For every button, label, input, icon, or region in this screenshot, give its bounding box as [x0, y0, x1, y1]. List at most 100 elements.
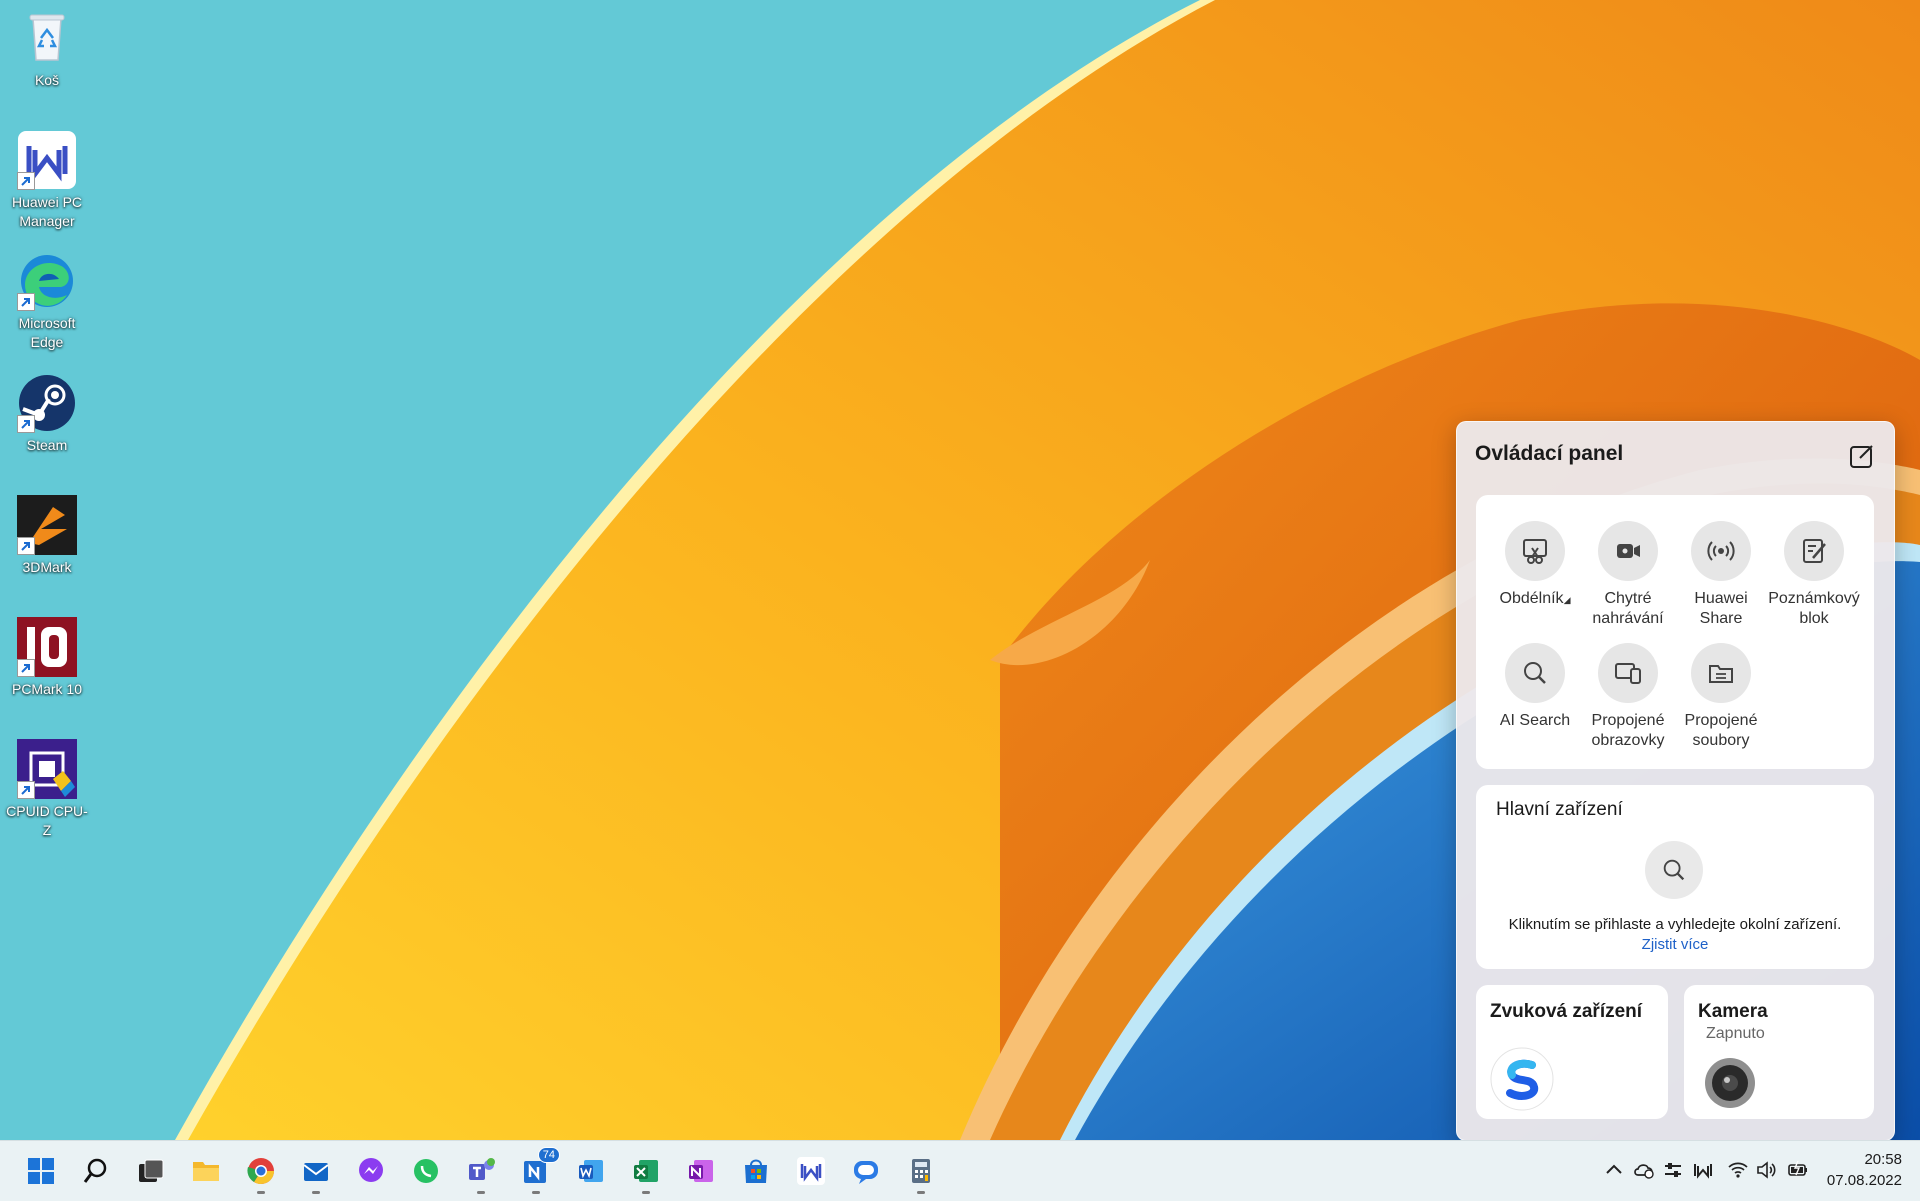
video-camera-icon [1617, 544, 1640, 558]
shortcut-arrow-icon [17, 537, 35, 555]
desktop-icon-cpuz[interactable]: CPUID CPU-Z [4, 739, 90, 840]
huawei-pc-manager-icon [797, 1157, 825, 1185]
folder-icon [193, 1162, 219, 1181]
tool-linked-screens[interactable]: Propojené obrazovky [1581, 643, 1675, 751]
taskbar-store[interactable] [736, 1151, 776, 1191]
tool-notepad[interactable]: Poznámkový blok [1767, 521, 1861, 629]
desktop-icon-label: Huawei PC Manager [11, 194, 83, 229]
calculator-icon [912, 1159, 930, 1183]
chevron-up-icon [1606, 1164, 1622, 1174]
huawei-pc-manager-icon [1694, 1164, 1712, 1179]
messenger-icon [359, 1158, 383, 1182]
tool-ai-search[interactable]: AI Search [1488, 643, 1582, 731]
device-search-button[interactable] [1645, 841, 1703, 899]
shortcut-arrow-icon [17, 781, 35, 799]
tray-volume[interactable] [1755, 1159, 1777, 1181]
word-icon [579, 1160, 603, 1182]
taskbar-start[interactable] [21, 1151, 61, 1191]
wifi-icon [1728, 1162, 1748, 1178]
tool-label: Propojené soubory [1684, 712, 1758, 749]
audio-device-icon [1490, 1047, 1554, 1111]
taskbar: 74 20:58 07.08.2022 [0, 1140, 1920, 1201]
desktop-icon-steam[interactable]: Steam [4, 373, 90, 455]
taskbar-word[interactable] [571, 1151, 611, 1191]
desktop-icon-huawei-pc-manager[interactable]: Huawei PC Manager [4, 130, 90, 231]
desktop-icon-pcmark[interactable]: PCMark 10 [4, 617, 90, 699]
taskbar-messenger[interactable] [351, 1151, 391, 1191]
news-badge: 74 [537, 1147, 560, 1163]
audio-devices-card[interactable]: Zvuková zařízení [1476, 985, 1668, 1119]
device-hint-text: Kliknutím se přihlaste a vyhledejte okol… [1508, 916, 1842, 933]
teams-icon [469, 1158, 495, 1180]
camera-title: Kamera [1698, 1001, 1768, 1022]
running-indicator [312, 1191, 320, 1194]
clock-date[interactable]: 07.08.2022 [1827, 1172, 1902, 1189]
mail-icon [303, 1163, 329, 1181]
edit-panel-button[interactable] [1848, 442, 1876, 470]
taskbar-excel[interactable] [626, 1151, 666, 1194]
desktop-icon-3dmark[interactable]: 3DMark [4, 495, 90, 577]
taskbar-news[interactable]: 74 [516, 1147, 560, 1194]
scissors-icon [1523, 539, 1547, 564]
taskbar-calculator[interactable] [901, 1151, 941, 1194]
tool-label: Chytré nahrávání [1592, 590, 1664, 627]
desktop-icon-recycle-bin[interactable]: Koš [4, 8, 90, 90]
taskbar-file-explorer[interactable] [186, 1151, 226, 1191]
recycle-bin-icon [29, 14, 65, 61]
camera-card[interactable]: Kamera Zapnuto [1684, 985, 1874, 1119]
learn-more-link[interactable]: Zjistit více [1476, 936, 1874, 953]
taskbar-chrome[interactable] [241, 1151, 281, 1194]
taskbar-mail[interactable] [296, 1151, 336, 1194]
shortcut-arrow-icon [17, 659, 35, 677]
desktop-icon-edge[interactable]: Microsoft Edge [4, 251, 90, 352]
share-wave-icon [1707, 541, 1735, 561]
speaker-icon [1757, 1161, 1776, 1179]
desktop-icon-label: Steam [26, 437, 68, 453]
tool-huawei-share[interactable]: Huawei Share [1674, 521, 1768, 629]
audio-title: Zvuková zařízení [1490, 1001, 1643, 1022]
tray-wifi[interactable] [1727, 1159, 1749, 1181]
excel-icon [634, 1160, 658, 1182]
taskbar-task-view[interactable] [131, 1151, 171, 1191]
multi-screen-icon [1615, 663, 1641, 684]
camera-state: Zapnuto [1706, 1025, 1765, 1042]
tools-card: Obdélník◢ Chytré nahrávání Huawei Share … [1476, 495, 1874, 769]
tray-onedrive[interactable] [1633, 1159, 1655, 1181]
battery-charging-icon [1788, 1160, 1807, 1176]
tool-label: Poznámkový blok [1768, 590, 1860, 627]
taskbar-onenote[interactable] [681, 1151, 721, 1191]
tool-label: Propojené obrazovky [1591, 712, 1665, 749]
desktop-icon-label: CPUID CPU-Z [6, 803, 88, 838]
tray-battery[interactable] [1787, 1159, 1809, 1181]
search-icon [83, 1158, 107, 1183]
running-indicator [532, 1191, 540, 1194]
tool-rectangle-snip[interactable]: Obdélník◢ [1488, 521, 1582, 610]
tool-label: Huawei Share [1694, 590, 1748, 627]
tool-smart-recording[interactable]: Chytré nahrávání [1581, 521, 1675, 629]
tray-control-panel[interactable] [1662, 1159, 1684, 1181]
notepad-icon [1803, 539, 1826, 563]
shortcut-arrow-icon [17, 172, 35, 190]
running-indicator [477, 1191, 485, 1194]
dropdown-triangle-icon: ◢ [1563, 595, 1571, 605]
taskbar-search[interactable] [76, 1151, 116, 1191]
windows-start-icon [28, 1158, 54, 1184]
clock-time[interactable]: 20:58 [1864, 1151, 1902, 1168]
tray-overflow-button[interactable] [1603, 1159, 1625, 1181]
feedback-icon [854, 1161, 878, 1184]
edit-icon [1850, 445, 1873, 468]
task-view-icon [139, 1159, 164, 1182]
tray-huawei-pc-manager[interactable] [1692, 1159, 1714, 1181]
shortcut-arrow-icon [17, 415, 35, 433]
desktop-icon-label: Microsoft Edge [18, 315, 76, 350]
running-indicator [257, 1191, 265, 1194]
taskbar-feedback[interactable] [846, 1151, 886, 1191]
main-device-card: Hlavní zařízení Kliknutím se přihlaste a… [1476, 785, 1874, 969]
camera-lens-icon [1705, 1058, 1755, 1108]
taskbar-huawei-pc-manager[interactable] [791, 1151, 831, 1191]
running-indicator [917, 1191, 925, 1194]
search-icon [1663, 859, 1685, 881]
tool-linked-files[interactable]: Propojené soubory [1674, 643, 1768, 751]
taskbar-teams[interactable] [461, 1151, 501, 1194]
taskbar-whatsapp[interactable] [406, 1151, 446, 1191]
